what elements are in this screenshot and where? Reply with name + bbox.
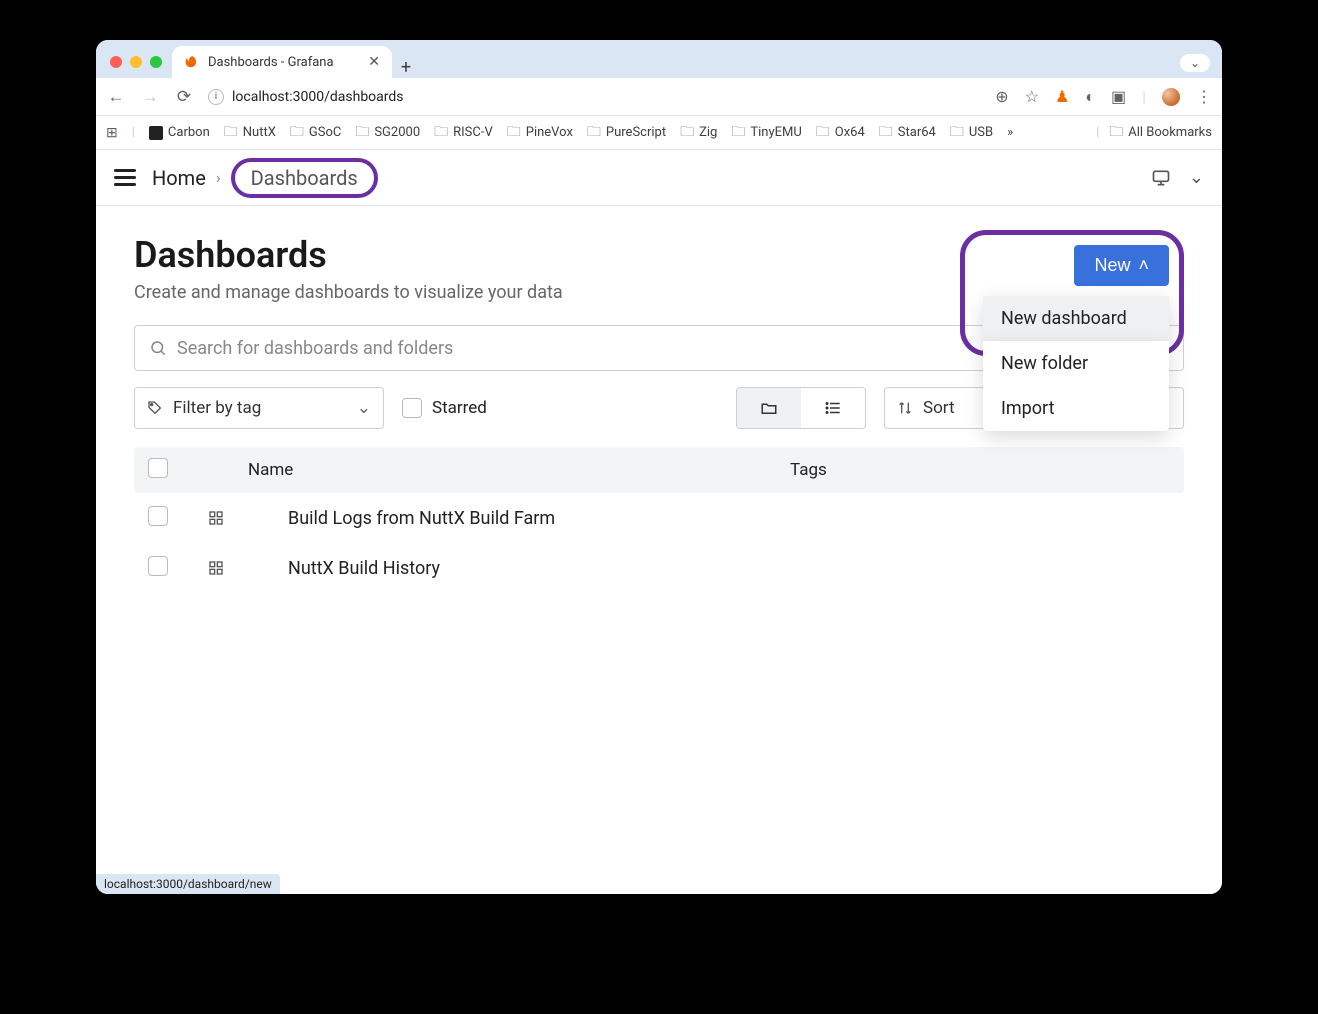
new-button-label: New <box>1094 255 1130 276</box>
bookmark-ox64[interactable]: 🗀Ox64 <box>816 121 865 145</box>
chevron-up-icon: ˄ <box>1138 255 1149 276</box>
column-tags[interactable]: Tags <box>790 460 1170 480</box>
new-button-highlight: New ˄ New dashboard New folder Import <box>960 230 1184 356</box>
folder-view-button[interactable] <box>737 388 801 428</box>
row-checkbox[interactable] <box>148 556 168 576</box>
menu-hamburger-icon[interactable] <box>114 169 136 186</box>
sort-icon <box>897 400 913 416</box>
bookmark-star64[interactable]: 🗀Star64 <box>879 121 936 145</box>
refresh-ext-icon[interactable]: ◐ <box>1085 87 1095 107</box>
breadcrumb: Home › Dashboards <box>152 158 378 198</box>
chevron-right-icon: › <box>216 168 221 187</box>
status-bar: localhost:3000/dashboard/new <box>96 874 280 894</box>
table-header: Name Tags <box>134 447 1184 493</box>
page-content: Home › Dashboards ⌄ Dashboards Create an… <box>96 150 1222 894</box>
url-input[interactable]: i localhost:3000/dashboards <box>208 89 973 105</box>
bookmark-tinyemu[interactable]: 🗀TinyEMU <box>731 121 801 145</box>
bookmark-carbon[interactable]: Carbon <box>149 125 210 140</box>
row-checkbox[interactable] <box>148 506 168 526</box>
extension-icon[interactable]: ♟ <box>1055 87 1069 106</box>
dashboard-icon <box>208 510 224 526</box>
grafana-favicon-icon <box>184 54 200 70</box>
dashboard-name: Build Logs from NuttX Build Farm <box>288 508 555 529</box>
table-row[interactable]: NuttX Build History <box>134 543 1184 593</box>
bookmark-zig[interactable]: 🗀Zig <box>680 121 717 145</box>
new-button[interactable]: New ˄ <box>1074 245 1169 286</box>
column-name[interactable]: Name <box>208 460 790 480</box>
window-controls <box>110 56 162 68</box>
menu-new-folder[interactable]: New folder <box>983 341 1169 386</box>
tabs-dropdown-icon[interactable]: ⌄ <box>1180 54 1210 72</box>
apps-icon[interactable]: ⊞ <box>106 125 118 141</box>
chevron-down-icon[interactable]: ⌄ <box>1189 167 1204 188</box>
new-tab-button[interactable]: + <box>392 57 420 78</box>
search-placeholder: Search for dashboards and folders <box>177 338 453 359</box>
bookmark-pinevox[interactable]: 🗀PineVox <box>507 121 573 145</box>
bookmark-usb[interactable]: 🗀USB <box>950 121 993 145</box>
menu-new-dashboard[interactable]: New dashboard <box>983 296 1169 341</box>
starred-checkbox[interactable] <box>402 398 422 418</box>
bookmarks-overflow[interactable]: » <box>1007 125 1013 140</box>
close-window-icon[interactable] <box>110 56 122 68</box>
close-tab-icon[interactable]: ✕ <box>368 54 380 70</box>
bookmarks-bar: ⊞ | Carbon 🗀NuttX 🗀GSoC 🗀SG2000 🗀RISC-V … <box>96 116 1222 150</box>
browser-tab[interactable]: Dashboards - Grafana ✕ <box>172 46 392 78</box>
bookmark-sg2000[interactable]: 🗀SG2000 <box>355 121 420 145</box>
bookmark-riscv[interactable]: 🗀RISC-V <box>434 121 493 145</box>
list-view-button[interactable] <box>801 388 865 428</box>
zoom-icon[interactable]: ⊕ <box>995 87 1008 106</box>
select-all-checkbox[interactable] <box>148 458 168 478</box>
bookmark-gsoc[interactable]: 🗀GSoC <box>290 121 341 145</box>
breadcrumb-home[interactable]: Home <box>152 166 206 190</box>
url-text: localhost:3000/dashboards <box>232 89 404 105</box>
dashboard-name: NuttX Build History <box>288 558 440 579</box>
starred-filter[interactable]: Starred <box>402 398 487 418</box>
browser-window: Dashboards - Grafana ✕ + ⌄ ← → ⟳ i local… <box>96 40 1222 894</box>
profile-avatar-icon[interactable] <box>1162 88 1180 106</box>
site-info-icon[interactable]: i <box>208 89 224 105</box>
maximize-window-icon[interactable] <box>150 56 162 68</box>
bookmark-star-icon[interactable]: ☆ <box>1025 87 1039 106</box>
all-bookmarks[interactable]: 🗀All Bookmarks <box>1109 121 1212 145</box>
kiosk-icon[interactable] <box>1151 168 1171 188</box>
reload-icon[interactable]: ⟳ <box>174 87 194 107</box>
tag-icon <box>147 400 163 416</box>
sort-label: Sort <box>923 398 955 418</box>
search-icon <box>149 339 167 357</box>
chevron-down-icon: ⌄ <box>357 398 371 418</box>
breadcrumb-current[interactable]: Dashboards <box>231 158 378 198</box>
browser-address-bar: ← → ⟳ i localhost:3000/dashboards ⊕ ☆ ♟ … <box>96 78 1222 116</box>
table-row[interactable]: Build Logs from NuttX Build Farm <box>134 493 1184 543</box>
bookmark-nuttx[interactable]: 🗀NuttX <box>224 121 276 145</box>
menu-dots-icon[interactable]: ⋮ <box>1196 87 1212 106</box>
filter-tag-label: Filter by tag <box>173 398 261 418</box>
dashboard-icon <box>208 560 224 576</box>
view-toggle <box>736 387 866 429</box>
menu-import[interactable]: Import <box>983 386 1169 431</box>
page-body: Dashboards Create and manage dashboards … <box>96 206 1222 621</box>
minimize-window-icon[interactable] <box>130 56 142 68</box>
browser-tabbar: Dashboards - Grafana ✕ + ⌄ <box>96 40 1222 78</box>
grafana-topbar: Home › Dashboards ⌄ <box>96 150 1222 206</box>
forward-icon[interactable]: → <box>140 87 160 107</box>
back-icon[interactable]: ← <box>106 87 126 107</box>
bookmark-purescript[interactable]: 🗀PureScript <box>587 121 666 145</box>
extensions-icon[interactable]: ▣ <box>1111 87 1126 106</box>
new-dropdown-menu: New dashboard New folder Import <box>983 296 1169 341</box>
starred-label: Starred <box>432 398 487 418</box>
tab-title: Dashboards - Grafana <box>208 55 334 70</box>
filter-by-tag[interactable]: Filter by tag ⌄ <box>134 387 384 429</box>
